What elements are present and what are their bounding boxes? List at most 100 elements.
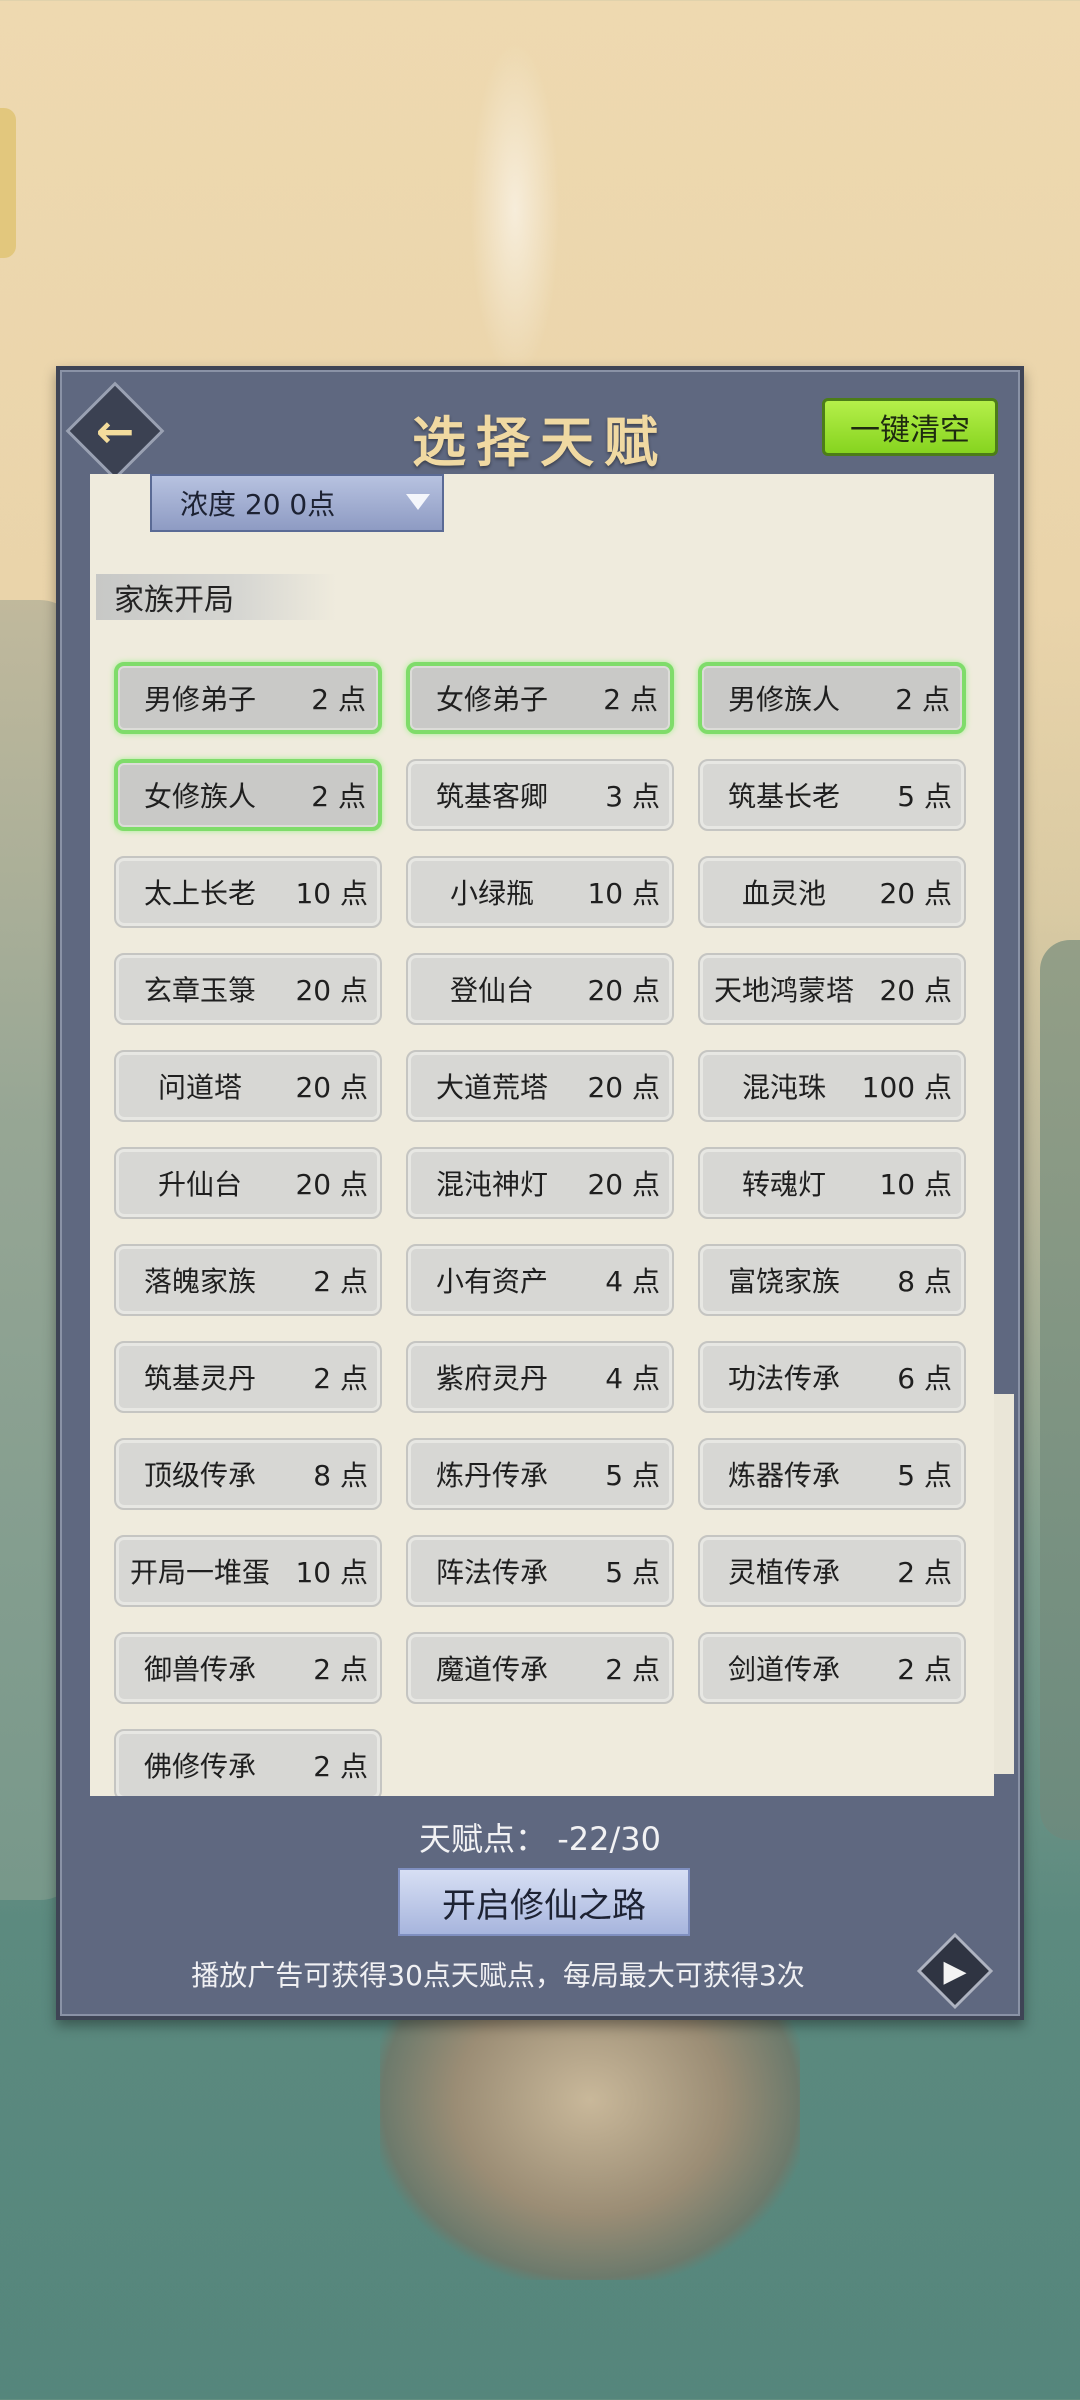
talent-item[interactable]: 血灵池 20 点 — [698, 856, 966, 928]
talent-points: 20 点 — [587, 1071, 660, 1104]
clear-all-button[interactable]: 一键清空 — [822, 398, 998, 456]
talent-name: 小绿瓶 — [449, 877, 534, 910]
talent-points: 6 点 — [897, 1362, 952, 1395]
talent-item[interactable]: 升仙台 20 点 — [114, 1147, 382, 1219]
background-cliff-right — [1040, 940, 1080, 1840]
talent-points: 10 点 — [295, 1556, 368, 1589]
talent-name: 富饶家族 — [727, 1265, 840, 1298]
talent-name: 炼丹传承 — [435, 1459, 548, 1492]
talent-points: 2 点 — [897, 1556, 952, 1589]
talent-item[interactable]: 太上长老 10 点 — [114, 856, 382, 928]
talent-points-value: -22/30 — [557, 1820, 661, 1858]
talent-item[interactable]: 女修族人 2 点 — [114, 759, 382, 831]
section-header: 家族开局 — [96, 574, 336, 620]
talent-item[interactable]: 问道塔 20 点 — [114, 1050, 382, 1122]
talent-item[interactable]: 女修弟子 2 点 — [406, 662, 674, 734]
background-smoke — [470, 40, 560, 380]
talent-item[interactable]: 功法传承 6 点 — [698, 1341, 966, 1413]
play-ad-button[interactable]: ▶ — [916, 1932, 994, 2010]
talent-points: 8 点 — [897, 1265, 952, 1298]
talent-name: 太上长老 — [143, 877, 256, 910]
talent-item[interactable]: 天地鸿蒙塔 20 点 — [698, 953, 966, 1025]
talent-name: 大道荒塔 — [435, 1071, 548, 1104]
talent-item[interactable]: 炼器传承 5 点 — [698, 1438, 966, 1510]
talent-item[interactable]: 阵法传承 5 点 — [406, 1535, 674, 1607]
talent-item[interactable]: 灵植传承 2 点 — [698, 1535, 966, 1607]
talent-name: 阵法传承 — [435, 1556, 548, 1589]
talent-name: 男修弟子 — [143, 683, 256, 716]
talent-item[interactable]: 筑基客卿 3 点 — [406, 759, 674, 831]
talent-item[interactable]: 佛修传承 2 点 — [114, 1729, 382, 1796]
talent-item[interactable]: 筑基灵丹 2 点 — [114, 1341, 382, 1413]
talent-name: 筑基客卿 — [435, 780, 548, 813]
talent-points: 10 点 — [295, 877, 368, 910]
play-icon: ▶ — [943, 1953, 967, 1989]
talent-name: 顶级传承 — [143, 1459, 256, 1492]
talent-item[interactable]: 顶级传承 8 点 — [114, 1438, 382, 1510]
talent-points: 4 点 — [605, 1265, 660, 1298]
talent-item[interactable]: 小有资产 4 点 — [406, 1244, 674, 1316]
start-cultivation-button[interactable]: 开启修仙之路 — [398, 1868, 690, 1936]
talent-item[interactable]: 男修弟子 2 点 — [114, 662, 382, 734]
talent-name: 魔道传承 — [435, 1653, 548, 1686]
talent-points: 10 点 — [587, 877, 660, 910]
talent-name: 男修族人 — [727, 683, 840, 716]
talent-points: 20 点 — [295, 1071, 368, 1104]
talent-points: 2 点 — [311, 683, 366, 716]
talent-item[interactable]: 转魂灯 10 点 — [698, 1147, 966, 1219]
talent-name: 问道塔 — [157, 1071, 242, 1104]
talent-name: 灵植传承 — [727, 1556, 840, 1589]
talent-name: 天地鸿蒙塔 — [713, 974, 854, 1007]
talent-points: 20 点 — [587, 1168, 660, 1201]
talent-name: 混沌神灯 — [435, 1168, 548, 1201]
talent-name: 升仙台 — [157, 1168, 242, 1201]
scrollbar-upper[interactable] — [994, 474, 1014, 1394]
talent-points: 2 点 — [897, 1653, 952, 1686]
talent-points: 8 点 — [313, 1459, 368, 1492]
talent-item[interactable]: 开局一堆蛋 10 点 — [114, 1535, 382, 1607]
ad-reward-text: 播放广告可获得30点天赋点，每局最大可获得3次 — [191, 1959, 805, 1992]
talent-name: 女修族人 — [143, 780, 256, 813]
talent-item[interactable]: 玄章玉箓 20 点 — [114, 953, 382, 1025]
talent-item[interactable]: 御兽传承 2 点 — [114, 1632, 382, 1704]
talent-item[interactable]: 魔道传承 2 点 — [406, 1632, 674, 1704]
background-rock-island — [380, 1980, 800, 2280]
talent-item[interactable]: 大道荒塔 20 点 — [406, 1050, 674, 1122]
talent-item[interactable]: 剑道传承 2 点 — [698, 1632, 966, 1704]
talent-points: 2 点 — [603, 683, 658, 716]
talent-item[interactable]: 登仙台 20 点 — [406, 953, 674, 1025]
talent-item[interactable]: 炼丹传承 5 点 — [406, 1438, 674, 1510]
talent-name: 玄章玉箓 — [143, 974, 256, 1007]
talent-item[interactable]: 男修族人 2 点 — [698, 662, 966, 734]
talent-points: 2 点 — [605, 1653, 660, 1686]
talent-list-area[interactable]: 浓度 20 0点 家族开局 男修弟子 2 点女修弟子 2 点男修族人 2 点女修族人 2… — [90, 474, 1000, 1796]
talent-item[interactable]: 混沌神灯 20 点 — [406, 1147, 674, 1219]
talent-points: 2 点 — [313, 1265, 368, 1298]
talent-name: 女修弟子 — [435, 683, 548, 716]
dropdown-value: 浓度 20 0点 — [180, 488, 336, 521]
talent-points: 2 点 — [313, 1362, 368, 1395]
talent-name: 佛修传承 — [143, 1750, 256, 1783]
talent-name: 混沌珠 — [741, 1071, 826, 1104]
talent-name: 筑基灵丹 — [143, 1362, 256, 1395]
talent-points: 20 点 — [295, 1168, 368, 1201]
talent-name: 登仙台 — [449, 974, 534, 1007]
talent-points: 2 点 — [895, 683, 950, 716]
talent-name: 落魄家族 — [143, 1265, 256, 1298]
talent-points: 20 点 — [587, 974, 660, 1007]
talent-item[interactable]: 混沌珠 100 点 — [698, 1050, 966, 1122]
talent-name: 剑道传承 — [727, 1653, 840, 1686]
talent-item[interactable]: 富饶家族 8 点 — [698, 1244, 966, 1316]
talent-points: 2 点 — [311, 780, 366, 813]
scrollbar[interactable] — [994, 474, 1014, 1796]
talent-item[interactable]: 筑基长老 5 点 — [698, 759, 966, 831]
talent-item[interactable]: 小绿瓶 10 点 — [406, 856, 674, 928]
talent-item[interactable]: 落魄家族 2 点 — [114, 1244, 382, 1316]
talent-item[interactable]: 紫府灵丹 4 点 — [406, 1341, 674, 1413]
talent-name: 御兽传承 — [143, 1653, 256, 1686]
talent-points: 5 点 — [605, 1556, 660, 1589]
concentration-dropdown[interactable]: 浓度 20 0点 — [150, 474, 444, 532]
talent-points-label: 天赋点： — [419, 1820, 548, 1858]
talent-name: 开局一堆蛋 — [129, 1556, 270, 1589]
talent-points: 2 点 — [313, 1653, 368, 1686]
